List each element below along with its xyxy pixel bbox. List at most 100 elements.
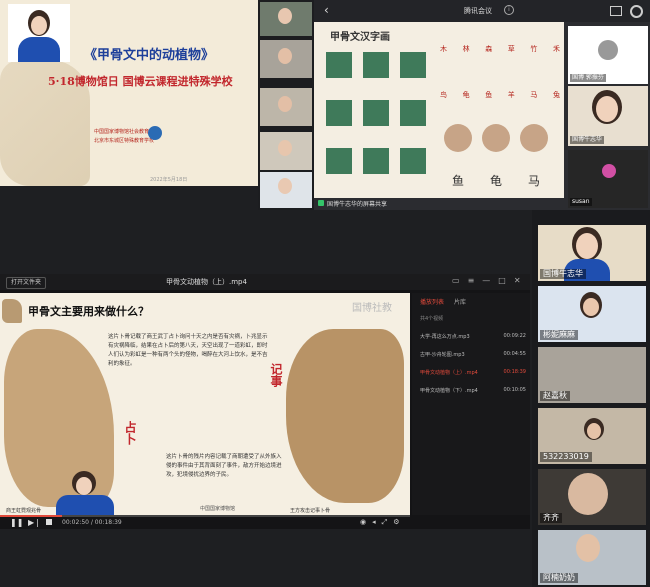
right-video-1[interactable]: 国博 郭振芬 <box>568 26 648 84</box>
pip-icon[interactable]: ▭ <box>452 276 460 288</box>
video-player: 打开文件夹 甲骨文动植物（上）.mp4 ▭ ≡ — □ ✕ 甲骨文主要用来做什么… <box>0 274 530 529</box>
settings-icon[interactable]: ⚙ <box>393 518 399 527</box>
time-display: 00:02:50 / 00:18:39 <box>62 519 122 526</box>
seal-turtle <box>482 124 510 152</box>
playlist-item-active[interactable]: 甲骨文动植物（上）.mp4 00:18:39 <box>420 369 526 376</box>
playlist-item[interactable]: 古甲-沙舟轮图.mp3 00:04:55 <box>420 351 526 358</box>
minimize-icon[interactable]: — <box>482 276 490 288</box>
seal-horse <box>520 124 548 152</box>
participant-name: 赵嘉秋 <box>540 391 570 401</box>
strip-video-3[interactable] <box>260 88 312 126</box>
oracle-label: 鸟 <box>440 91 447 99</box>
participant-name: 阿楠奶奶 <box>540 573 578 583</box>
playlist-item-title: 古甲-沙舟轮图.mp3 <box>420 352 465 358</box>
museum-logo <box>148 126 162 140</box>
participant-name: 532233019 <box>540 452 592 462</box>
body-text-1: 这片卜骨记载了商王武丁占卜询问十天之内是否有灾祸，卜兆显示有灾祸降临，结果在占卜… <box>108 334 268 367</box>
meeting-left-strip <box>258 0 314 210</box>
oracle-label: 竹 <box>530 45 538 53</box>
strip-video-2[interactable] <box>260 40 312 78</box>
participant-name: 国博牛志华 <box>570 136 605 144</box>
open-folder-button[interactable]: 打开文件夹 <box>6 277 47 289</box>
stop-icon[interactable] <box>46 519 52 525</box>
slide-subtitle: 5·18博物馆日 国博云课程进特殊学校 <box>48 75 233 88</box>
participant-tile[interactable]: 彬妮麻麻 <box>538 286 646 342</box>
video-frame: 甲骨文主要用来做什么？ 国博社教 这片卜骨记载了商王武丁占卜询问十天之内是否有灾… <box>0 293 410 515</box>
oracle-bone-right <box>286 329 404 503</box>
share-status: 国博牛志华的屏幕共享 <box>327 200 388 208</box>
pictogram-label-horse: 马 <box>528 174 541 188</box>
playlist-item-duration: 00:09:22 <box>503 333 526 339</box>
participant-tile[interactable]: 国博牛志华 <box>538 225 646 281</box>
player-title: 甲骨文动植物（上）.mp4 <box>166 278 247 286</box>
playlist-item-title: 甲骨文动植物（下）.mp4 <box>420 388 478 394</box>
org-line-1: 中国国家博物馆社会教育部 <box>94 129 155 135</box>
participant-tile[interactable]: 532233019 <box>538 408 646 464</box>
slide-title: 《甲骨文中的动植物》 <box>84 48 215 63</box>
volume-icon[interactable]: ◉ <box>360 518 366 527</box>
play-pause-icon[interactable]: ❚❚ <box>10 518 23 527</box>
oracle-label: 草 <box>507 45 515 53</box>
window-controls: ▭ ≡ — □ ✕ <box>452 276 526 288</box>
tab-playlist[interactable]: 播放列表 <box>420 297 444 306</box>
right-video-3[interactable]: susan <box>568 150 648 208</box>
oracle-label: 兔 <box>552 91 560 99</box>
org-line-2: 北京市东城区特殊教育学校 <box>94 138 155 144</box>
strip-video-4[interactable] <box>260 132 312 170</box>
playlist-item[interactable]: 甲骨文动植物（下）.mp4 00:10:05 <box>420 387 526 394</box>
player-right-controls: ◉ ◂ ⤢ ⚙ <box>360 518 400 527</box>
participant-tile[interactable]: 齐齐 <box>538 469 646 525</box>
player-titlebar <box>0 274 530 290</box>
participant-tile[interactable]: 赵嘉秋 <box>538 347 646 403</box>
pictogram-label-turtle: 龟 <box>490 174 503 188</box>
top-left-slide: 《甲骨文中的动植物》 5·18博物馆日 国博云课程进特殊学校 中国国家博物馆社会… <box>0 0 258 186</box>
info-circle-icon[interactable]: i <box>504 5 514 15</box>
chevron-left-icon[interactable]: ‹ <box>324 3 329 17</box>
body-text-2: 这片卜骨的残片内容记载了商朝遭受了从外族入侵的事件由于其背面刻了事件，敌方开始边… <box>166 454 282 478</box>
playlist-item[interactable]: 大学-再这么万点.mp3 00:09:22 <box>420 333 526 340</box>
participant-name: 齐齐 <box>540 513 562 523</box>
caption-left: 商王虹霓观兆骨 <box>6 508 42 514</box>
oracle-label: 禾 <box>552 45 560 53</box>
oracle-label: 马 <box>530 91 538 99</box>
progress-fill <box>0 515 62 517</box>
playlist-item-title: 甲骨文动植物（上）.mp4 <box>420 370 478 376</box>
fullscreen-icon[interactable]: ⤢ <box>382 518 388 527</box>
participant-tile[interactable]: 阿楠奶奶 <box>538 530 646 585</box>
oracle-row-1: 木 林 森 草 竹 禾 <box>440 44 560 54</box>
presenter-video <box>48 469 122 515</box>
speaker-video <box>8 4 70 62</box>
museum-name: 中国国家博物馆 <box>200 506 236 512</box>
watermark: 国博社教 <box>352 303 392 314</box>
oracle-label: 鱼 <box>485 91 493 99</box>
participant-name: 彬妮麻麻 <box>540 330 578 340</box>
meeting-window: ‹ 腾讯会议 i 甲骨文汉字画 木 林 森 草 竹 禾 鸟 龟 鱼 羊 马 兔 … <box>258 0 650 210</box>
strip-video-5[interactable] <box>260 172 312 208</box>
tab-library[interactable]: 片库 <box>454 297 466 306</box>
share-status-bar: 国博牛志华的屏幕共享 <box>318 198 387 208</box>
pictogram-label-fish: 鱼 <box>452 174 465 188</box>
list-icon[interactable]: ≡ <box>468 276 475 288</box>
participant-name: 国博 郭振芬 <box>570 74 606 82</box>
strip-video-1[interactable] <box>260 2 312 36</box>
next-icon[interactable]: ▶❘ <box>28 518 41 527</box>
corner-bone-icon <box>2 299 22 323</box>
playlist-count: 共4个视频 <box>420 316 444 322</box>
layout-icon[interactable] <box>610 6 622 16</box>
participant-name: susan <box>570 198 592 206</box>
speaker-icon[interactable]: ◂ <box>372 518 376 527</box>
settings-icon[interactable] <box>630 5 643 18</box>
close-icon[interactable]: ✕ <box>514 276 521 288</box>
label-divination: 占卜 <box>123 421 137 445</box>
oracle-label: 林 <box>462 45 470 53</box>
maximize-icon[interactable]: □ <box>498 276 506 288</box>
meeting-title: 腾讯会议 <box>464 7 492 15</box>
progress-bar[interactable] <box>0 515 410 517</box>
pictogram-grid <box>326 52 436 192</box>
video-heading: 甲骨文主要用来做什么？ <box>28 305 149 318</box>
right-video-2[interactable]: 国博牛志华 <box>568 86 648 146</box>
playlist-item-title: 大学-再这么万点.mp3 <box>420 334 470 340</box>
oracle-label: 羊 <box>507 91 515 99</box>
oracle-label: 龟 <box>462 91 470 99</box>
seal-fish <box>444 124 472 152</box>
